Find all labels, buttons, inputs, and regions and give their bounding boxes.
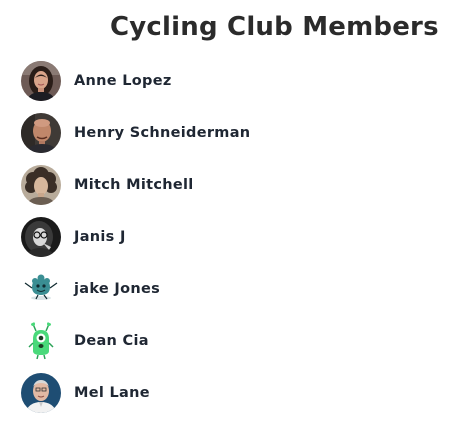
member-name: Mel Lane: [74, 385, 150, 401]
member-name: Anne Lopez: [74, 73, 172, 89]
list-item-member-henry-schneiderman[interactable]: Henry Schneiderman: [21, 113, 250, 153]
member-name: Mitch Mitchell: [74, 177, 194, 193]
photo-curly-hair-man-icon: [21, 165, 61, 205]
list-item-member-mel-lane[interactable]: Mel Lane: [21, 373, 250, 413]
member-name: Henry Schneiderman: [74, 125, 251, 141]
member-list: Anne Lopez Henry Schneiderman Mitch Mitc…: [21, 61, 250, 425]
member-name: Dean Cia: [74, 333, 149, 349]
member-name: jake Jones: [74, 281, 161, 297]
list-item-member-dean-cia[interactable]: Dean Cia: [21, 321, 250, 361]
photo-woman-dark-hair-icon: [21, 61, 61, 101]
cartoon-teal-monster-icon: [21, 269, 61, 309]
list-item-member-mitch-mitchell[interactable]: Mitch Mitchell: [21, 165, 250, 205]
photo-older-man-icon: [21, 373, 61, 413]
list-item-member-jake-jones[interactable]: jake Jones: [21, 269, 250, 309]
page-title: Cycling Club Members: [110, 12, 439, 42]
photo-bald-man-icon: [21, 113, 61, 153]
member-name: Janis J: [74, 229, 126, 245]
cartoon-green-alien-icon: [21, 321, 61, 361]
photo-bw-woman-glasses-icon: [21, 217, 61, 257]
list-item-member-janis-j[interactable]: Janis J: [21, 217, 250, 257]
list-item-member-anne-lopez[interactable]: Anne Lopez: [21, 61, 250, 101]
